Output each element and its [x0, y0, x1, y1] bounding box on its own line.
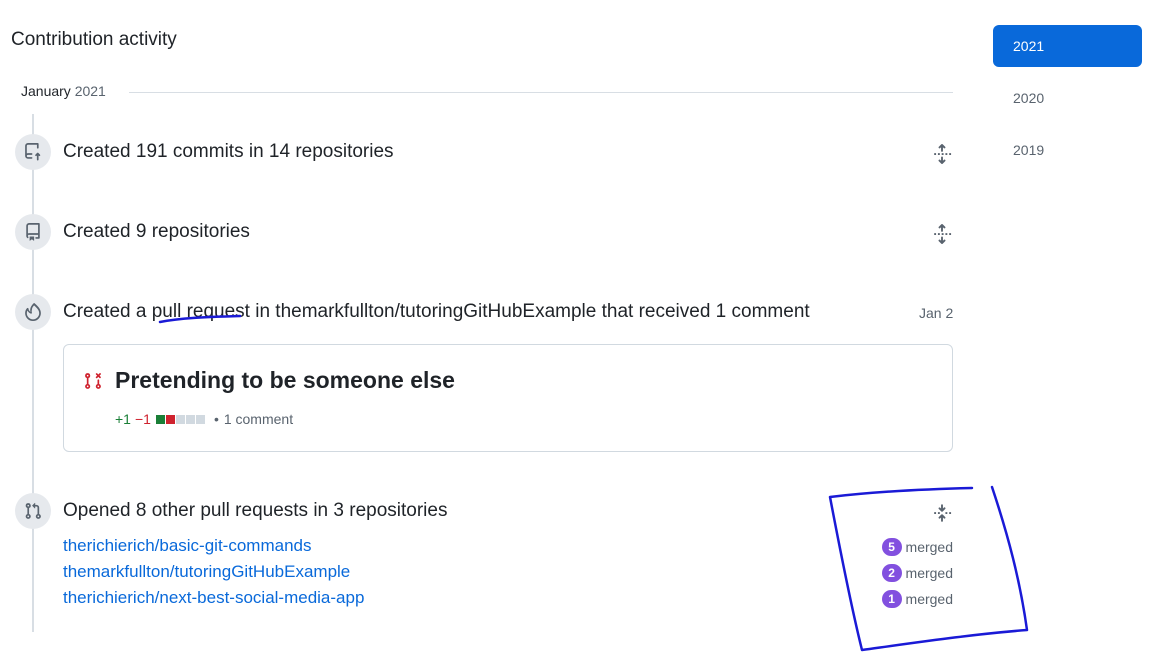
commits-summary: Created 191 commits in 14 repositories	[63, 141, 394, 162]
merged-count-badge: 2	[881, 564, 902, 582]
merged-count-badge: 5	[881, 538, 902, 556]
fold-icon	[934, 144, 952, 164]
month-name: January	[21, 83, 71, 99]
repo-link[interactable]: themarkfullton/tutoringGitHubExample	[63, 562, 350, 582]
git-pull-request-icon	[15, 493, 51, 529]
fold-icon	[934, 224, 952, 244]
pull-request-summary: Created a pull request in themarkfullton…	[63, 301, 810, 322]
comment-count: 1 comment	[223, 411, 294, 427]
pull-request-card: Pretending to be someone else +1 −1 • 1 …	[63, 344, 953, 452]
additions-count: +1	[115, 411, 131, 427]
unfold-icon	[934, 504, 952, 522]
merged-count-row: 5 merged	[881, 538, 953, 556]
merged-count-row: 2 merged	[881, 564, 953, 582]
month-year: 2021	[74, 83, 106, 99]
annotation-overlay	[158, 314, 1029, 652]
flame-icon	[15, 294, 51, 330]
merged-label: merged	[905, 539, 953, 555]
merged-label: merged	[905, 591, 953, 607]
repo-push-icon	[15, 134, 51, 170]
fold-toggle-commits[interactable]	[932, 144, 952, 164]
repo-link[interactable]: therichierich/basic-git-commands	[63, 536, 311, 556]
pull-request-meta: +1 −1 • 1 comment	[115, 411, 293, 427]
pull-request-title[interactable]: Pretending to be someone else	[115, 367, 455, 394]
fold-toggle-repos[interactable]	[932, 224, 952, 244]
month-divider	[129, 92, 953, 93]
opened-prs-summary: Opened 8 other pull requests in 3 reposi…	[63, 500, 448, 521]
year-button-2019[interactable]: 2019	[993, 129, 1142, 171]
activity-date: Jan 2	[919, 305, 954, 321]
fold-toggle-prs[interactable]	[932, 503, 952, 523]
repo-icon	[15, 214, 51, 250]
year-button-2021[interactable]: 2021	[993, 25, 1142, 67]
repos-summary: Created 9 repositories	[63, 221, 250, 242]
merged-label: merged	[905, 565, 953, 581]
pull-request-closed-icon	[84, 372, 102, 390]
merged-count-row: 1 merged	[881, 590, 953, 608]
diffstat-bar	[155, 414, 205, 424]
merged-count-badge: 1	[881, 590, 902, 608]
repo-link[interactable]: therichierich/next-best-social-media-app	[63, 588, 364, 608]
section-heading: Contribution activity	[11, 29, 177, 50]
deletions-count: −1	[134, 411, 151, 427]
year-button-2020[interactable]: 2020	[993, 77, 1142, 119]
month-label: January 2021	[21, 83, 106, 99]
timeline-line	[32, 114, 34, 632]
meta-separator: •	[213, 411, 219, 427]
